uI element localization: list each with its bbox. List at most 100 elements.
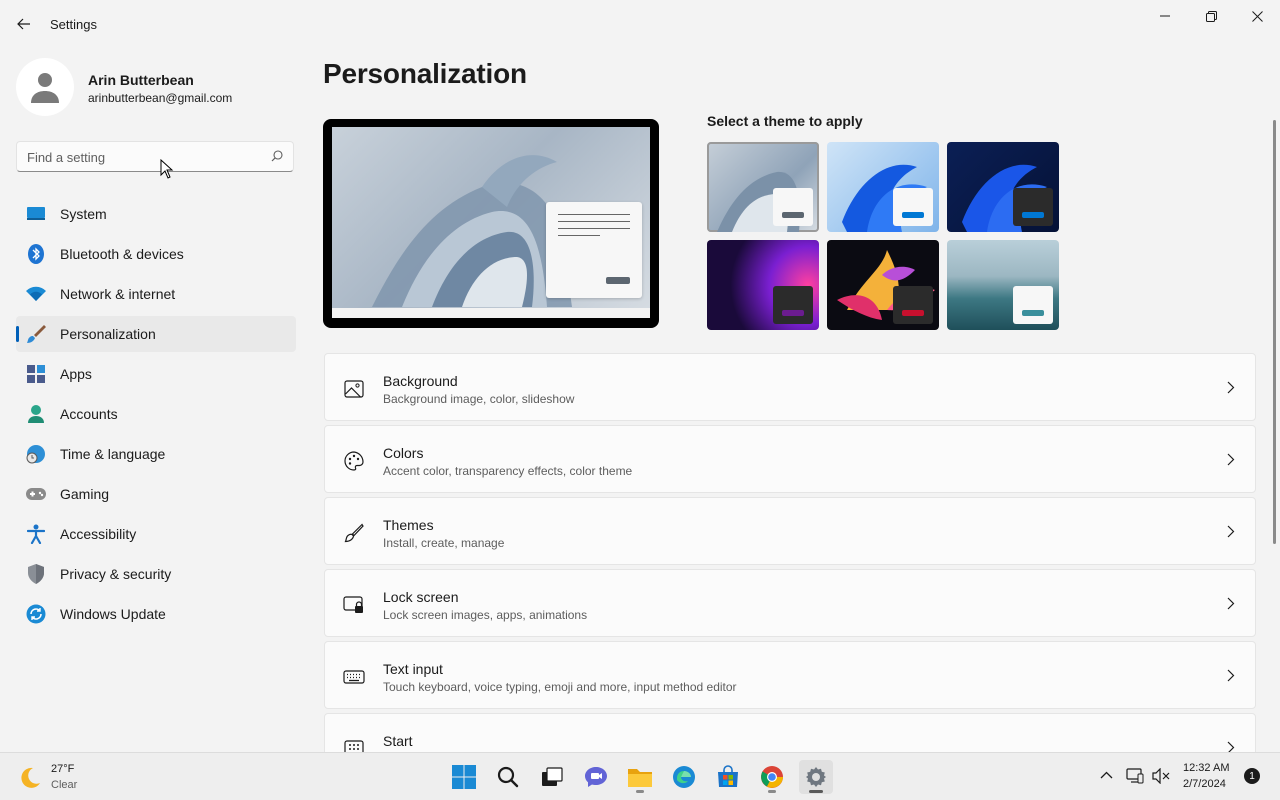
sidebar-item-label: Privacy & security <box>60 566 172 582</box>
notification-badge[interactable]: 1 <box>1244 768 1260 784</box>
sidebar-item-privacy[interactable]: Privacy & security <box>16 556 296 592</box>
taskbar-edge[interactable] <box>667 760 701 794</box>
sidebar-item-label: Apps <box>60 366 92 382</box>
user-profile[interactable]: Arin Butterbean arinbutterbean@gmail.com <box>16 56 296 118</box>
minimize-button[interactable] <box>1142 0 1188 32</box>
search-icon <box>497 766 519 788</box>
restore-icon <box>1205 10 1217 22</box>
theme-grid <box>707 142 1067 334</box>
card-title: Background <box>383 373 458 389</box>
scrollbar-thumb[interactable] <box>1273 120 1276 544</box>
theme-mini-window <box>893 188 933 226</box>
user-email: arinbutterbean@gmail.com <box>88 91 233 105</box>
theme-windows-light[interactable] <box>707 142 819 232</box>
sidebar-item-label: Bluetooth & devices <box>60 246 184 262</box>
accounts-icon <box>26 404 46 424</box>
volume-muted-icon[interactable] <box>1152 768 1170 784</box>
theme-mini-window <box>773 286 813 324</box>
running-indicator <box>636 790 644 793</box>
chevron-right-icon <box>1227 453 1235 466</box>
sidebar-item-label: Network & internet <box>60 286 176 302</box>
card-subtitle: Lock screen images, apps, animations <box>383 608 588 622</box>
sidebar-item-accounts[interactable]: Accounts <box>16 396 296 432</box>
taskbar-microsoft-store[interactable] <box>711 760 745 794</box>
taskbar: 27°F Clear 12:32 AM 2/7/2024 1 <box>0 752 1280 800</box>
sidebar-item-time-language[interactable]: Time & language <box>16 436 296 472</box>
back-arrow-icon <box>17 18 30 30</box>
clock-time[interactable]: 12:32 AM <box>1183 762 1229 774</box>
sidebar-item-system[interactable]: System <box>16 196 296 232</box>
theme-flow[interactable] <box>947 240 1059 330</box>
close-icon <box>1251 10 1263 22</box>
theme-preview <box>323 119 659 328</box>
sidebar-item-windows-update[interactable]: Windows Update <box>16 596 296 632</box>
update-icon <box>26 604 46 624</box>
theme-mini-window <box>1013 286 1053 324</box>
weather-condition: Clear <box>51 779 78 791</box>
card-background[interactable]: Background Background image, color, slid… <box>324 353 1256 421</box>
wifi-icon <box>26 284 46 304</box>
card-subtitle: Background image, color, slideshow <box>383 392 575 406</box>
card-title: Colors <box>383 445 424 461</box>
sidebar-item-gaming[interactable]: Gaming <box>16 476 296 512</box>
chevron-right-icon <box>1227 381 1235 394</box>
running-indicator <box>768 790 776 793</box>
title-bar: Settings <box>0 0 1280 48</box>
theme-glow[interactable] <box>707 240 819 330</box>
lock-screen-icon <box>343 594 365 616</box>
search-input[interactable] <box>27 148 257 166</box>
chevron-up-icon[interactable] <box>1100 771 1113 779</box>
taskbar-file-explorer[interactable] <box>623 760 657 794</box>
sidebar-item-label: Personalization <box>60 326 156 342</box>
card-subtitle: Accent color, transparency effects, colo… <box>383 464 633 478</box>
palette-icon <box>343 450 365 472</box>
sidebar-item-apps[interactable]: Apps <box>16 356 296 392</box>
taskbar-chat-button[interactable] <box>579 760 613 794</box>
clock-date[interactable]: 2/7/2024 <box>1183 778 1226 790</box>
page-title: Personalization <box>323 58 527 89</box>
app-title: Settings <box>50 17 97 32</box>
sidebar-item-bluetooth[interactable]: Bluetooth & devices <box>16 236 296 272</box>
back-button[interactable] <box>12 12 36 36</box>
search-box[interactable] <box>16 141 294 172</box>
windows-logo-icon <box>452 765 476 789</box>
preview-taskbar <box>332 308 650 318</box>
sidebar-item-label: Windows Update <box>60 606 166 622</box>
brush-icon <box>343 522 365 544</box>
taskbar-search-button[interactable] <box>491 760 525 794</box>
taskbar-task-view-button[interactable] <box>535 760 569 794</box>
close-button[interactable] <box>1234 0 1280 32</box>
card-themes[interactable]: Themes Install, create, manage <box>324 497 1256 565</box>
apps-icon <box>26 364 46 384</box>
restore-button[interactable] <box>1188 0 1234 32</box>
moon-icon <box>21 767 40 788</box>
sidebar-item-label: Time & language <box>60 446 166 462</box>
sidebar-item-network[interactable]: Network & internet <box>16 276 296 312</box>
theme-heading: Select a theme to apply <box>707 113 863 129</box>
sidebar-item-personalization[interactable]: Personalization <box>16 316 296 352</box>
theme-mini-window <box>1013 188 1053 226</box>
preview-wallpaper <box>332 127 650 318</box>
theme-windows-bloom-dark[interactable] <box>947 142 1059 232</box>
card-title: Lock screen <box>383 589 459 605</box>
card-text-input[interactable]: Text input Touch keyboard, voice typing,… <box>324 641 1256 709</box>
taskbar-settings[interactable] <box>799 760 833 794</box>
theme-windows-bloom-light[interactable] <box>827 142 939 232</box>
sidebar-item-accessibility[interactable]: Accessibility <box>16 516 296 552</box>
gamepad-icon <box>26 484 46 504</box>
card-colors[interactable]: Colors Accent color, transparency effect… <box>324 425 1256 493</box>
card-lock-screen[interactable]: Lock screen Lock screen images, apps, an… <box>324 569 1256 637</box>
taskbar-chrome[interactable] <box>755 760 789 794</box>
globe-clock-icon <box>26 444 46 464</box>
search-icon[interactable] <box>271 150 283 162</box>
sidebar-item-label: System <box>60 206 107 222</box>
card-subtitle: Touch keyboard, voice typing, emoji and … <box>383 680 737 694</box>
chrome-icon <box>761 766 783 788</box>
weather-widget[interactable]: 27°F Clear <box>18 762 138 794</box>
taskbar-start-button[interactable] <box>447 760 481 794</box>
weather-temp: 27°F <box>51 763 75 775</box>
paintbrush-icon <box>26 324 46 344</box>
theme-captured-motion[interactable] <box>827 240 939 330</box>
display-icon[interactable] <box>1126 768 1144 784</box>
sidebar-item-label: Accounts <box>60 406 118 422</box>
